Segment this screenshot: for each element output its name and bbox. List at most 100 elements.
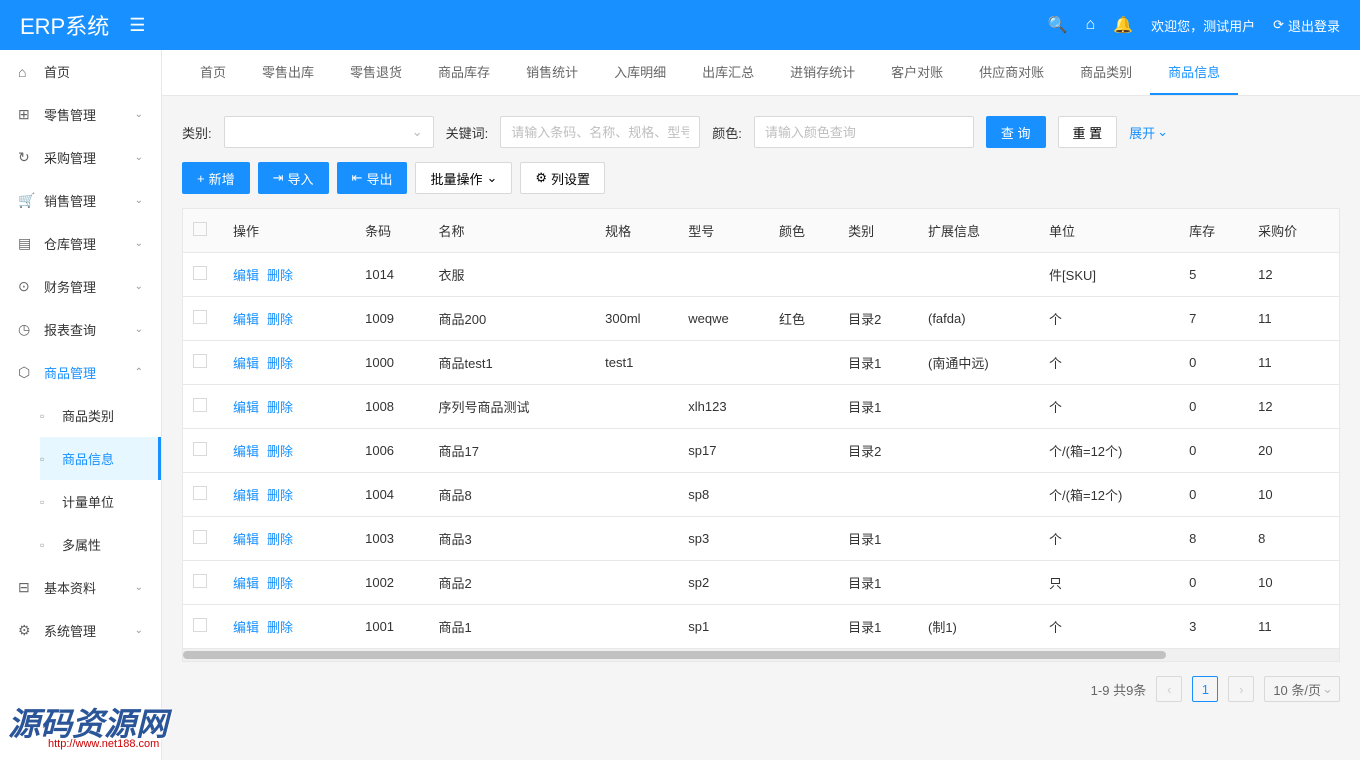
row-checkbox[interactable]	[193, 530, 207, 544]
row-checkbox[interactable]	[193, 266, 207, 280]
tab[interactable]: 商品类别	[1062, 50, 1150, 95]
sidebar-item[interactable]: ⬡商品管理⌃	[0, 351, 161, 394]
sidebar-subitem[interactable]: ▫计量单位	[40, 480, 161, 523]
row-checkbox[interactable]	[193, 310, 207, 324]
select-all-checkbox[interactable]	[193, 222, 207, 236]
query-button[interactable]: 查 询	[986, 116, 1046, 148]
delete-link[interactable]: 删除	[267, 312, 293, 327]
tab[interactable]: 进销存统计	[772, 50, 873, 95]
sidebar-item[interactable]: ⌂首页	[0, 50, 161, 93]
doc-icon: ▫	[40, 452, 54, 466]
logout-button[interactable]: ⟳ 退出登录	[1273, 16, 1340, 35]
cell-buy: 10	[1248, 473, 1337, 517]
tab[interactable]: 销售统计	[508, 50, 596, 95]
keyword-input[interactable]	[500, 116, 700, 148]
cell-model: sp1	[678, 605, 769, 649]
cell-retail: 15	[1337, 385, 1340, 429]
delete-link[interactable]: 删除	[267, 488, 293, 503]
sidebar-item[interactable]: ⊙财务管理⌄	[0, 265, 161, 308]
tab[interactable]: 供应商对账	[961, 50, 1062, 95]
cell-color	[769, 473, 838, 517]
sidebar-subitem[interactable]: ▫ 商品信息	[40, 437, 161, 480]
column-header: 扩展信息	[918, 209, 1039, 253]
edit-link[interactable]: 编辑	[233, 312, 259, 327]
reset-button[interactable]: 重 置	[1058, 116, 1118, 148]
edit-link[interactable]: 编辑	[233, 356, 259, 371]
cell-ext	[918, 253, 1039, 297]
color-label: 颜色:	[712, 123, 742, 142]
page-size-select[interactable]: 10 条/页	[1264, 676, 1340, 702]
edit-link[interactable]: 编辑	[233, 488, 259, 503]
tab[interactable]: 入库明细	[596, 50, 684, 95]
edit-link[interactable]: 编辑	[233, 444, 259, 459]
export-button[interactable]: ⇤ 导出	[337, 162, 408, 194]
tab[interactable]: 首页	[182, 50, 244, 95]
category-select[interactable]	[224, 116, 434, 148]
sidebar-item[interactable]: ◷报表查询⌄	[0, 308, 161, 351]
sidebar-item[interactable]: ↻采购管理⌄	[0, 136, 161, 179]
import-button[interactable]: ⇥ 导入	[258, 162, 329, 194]
delete-link[interactable]: 删除	[267, 356, 293, 371]
chevron-icon: ⌄	[135, 195, 143, 206]
columns-button[interactable]: ⚙ 列设置	[520, 162, 605, 194]
sidebar-icon: ⊟	[18, 579, 34, 596]
tab[interactable]: 出库汇总	[684, 50, 772, 95]
row-checkbox[interactable]	[193, 442, 207, 456]
row-checkbox[interactable]	[193, 398, 207, 412]
next-page-button[interactable]: ›	[1228, 676, 1254, 702]
tab[interactable]: 零售退货	[332, 50, 420, 95]
main-tabs: 首页零售出库零售退货商品库存销售统计入库明细出库汇总进销存统计客户对账供应商对账…	[162, 50, 1360, 96]
prev-page-button[interactable]: ‹	[1156, 676, 1182, 702]
edit-link[interactable]: 编辑	[233, 400, 259, 415]
add-button[interactable]: + 新增	[182, 162, 250, 194]
sidebar-sublabel: 商品信息	[62, 449, 114, 468]
delete-link[interactable]: 删除	[267, 576, 293, 591]
cell-model: sp8	[678, 473, 769, 517]
bell-icon[interactable]: 🔔	[1113, 15, 1133, 35]
edit-link[interactable]: 编辑	[233, 532, 259, 547]
cell-buy: 10	[1248, 561, 1337, 605]
expand-link[interactable]: 展开 ⌄	[1129, 123, 1168, 142]
color-input[interactable]	[754, 116, 974, 148]
sidebar-item[interactable]: 🛒销售管理⌄	[0, 179, 161, 222]
edit-link[interactable]: 编辑	[233, 620, 259, 635]
sidebar-subitem[interactable]: ▫多属性	[40, 523, 161, 566]
cell-color: 红色	[769, 297, 838, 341]
row-checkbox[interactable]	[193, 574, 207, 588]
sidebar-item[interactable]: ⚙系统管理⌄	[0, 609, 161, 652]
delete-link[interactable]: 删除	[267, 268, 293, 283]
cell-cat: 目录1	[838, 341, 918, 385]
row-checkbox[interactable]	[193, 486, 207, 500]
tab[interactable]: 零售出库	[244, 50, 332, 95]
cell-unit: 个	[1039, 517, 1179, 561]
row-checkbox[interactable]	[193, 354, 207, 368]
tab[interactable]: 商品信息	[1150, 50, 1238, 95]
delete-link[interactable]: 删除	[267, 444, 293, 459]
search-icon[interactable]: 🔍	[1048, 15, 1068, 35]
home-icon[interactable]: ⌂	[1085, 16, 1095, 34]
sidebar-item[interactable]: ▤仓库管理⌄	[0, 222, 161, 265]
sidebar-item[interactable]: ⊞零售管理⌄	[0, 93, 161, 136]
cell-color	[769, 517, 838, 561]
row-checkbox[interactable]	[193, 618, 207, 632]
edit-link[interactable]: 编辑	[233, 576, 259, 591]
cell-stock: 8	[1179, 517, 1248, 561]
cell-color	[769, 253, 838, 297]
delete-link[interactable]: 删除	[267, 532, 293, 547]
horizontal-scrollbar[interactable]	[183, 649, 1339, 661]
table-row: 编辑删除 1002 商品2 sp2 目录1 只 0 10 15 15 13	[183, 561, 1340, 605]
column-header: 规格	[595, 209, 678, 253]
sidebar-label: 销售管理	[44, 191, 96, 210]
menu-toggle-icon[interactable]: ☰	[129, 15, 145, 36]
edit-link[interactable]: 编辑	[233, 268, 259, 283]
delete-link[interactable]: 删除	[267, 400, 293, 415]
tab[interactable]: 客户对账	[873, 50, 961, 95]
tab[interactable]: 商品库存	[420, 50, 508, 95]
page-number[interactable]: 1	[1192, 676, 1218, 702]
batch-button[interactable]: 批量操作 ⌄	[415, 162, 512, 194]
table-row: 编辑删除 1008 序列号商品测试 xlh123 目录1 个 0 12 15 1…	[183, 385, 1340, 429]
cell-color	[769, 605, 838, 649]
sidebar-item[interactable]: ⊟基本资料⌄	[0, 566, 161, 609]
delete-link[interactable]: 删除	[267, 620, 293, 635]
sidebar-subitem[interactable]: ▫商品类别	[40, 394, 161, 437]
